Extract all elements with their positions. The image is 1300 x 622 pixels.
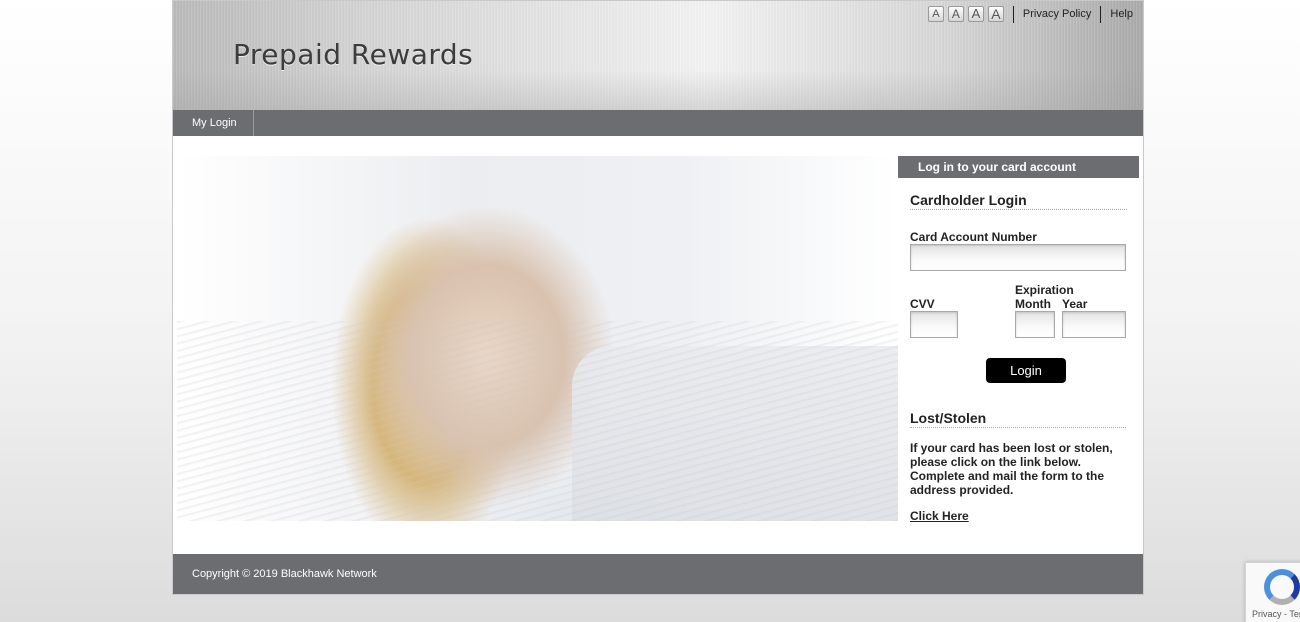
expiration-label: Expiration	[1015, 283, 1074, 297]
page-container: Prepaid Rewards A A A A Privacy Policy H…	[172, 0, 1144, 595]
year-label: Year	[1062, 297, 1088, 311]
main-nav: My Login	[173, 110, 1143, 136]
month-label: Month	[1015, 297, 1051, 311]
cvv-label: CVV	[910, 297, 935, 311]
hero-decorative-lines	[177, 321, 898, 521]
cvv-input[interactable]	[910, 311, 958, 338]
year-input[interactable]	[1062, 311, 1126, 338]
login-sidebar: Log in to your card account Cardholder L…	[898, 156, 1139, 546]
login-panel-header: Log in to your card account	[898, 156, 1139, 178]
lost-stolen-title: Lost/Stolen	[910, 410, 1126, 428]
divider	[1100, 5, 1102, 23]
lost-stolen-text: If your card has been lost or stolen, pl…	[910, 441, 1113, 497]
site-header: Prepaid Rewards A A A A Privacy Policy H…	[173, 1, 1143, 110]
recaptcha-privacy-terms[interactable]: Privacy - Terms	[1252, 609, 1300, 619]
nav-item-my-login[interactable]: My Login	[173, 110, 254, 136]
recaptcha-logo-icon	[1264, 569, 1300, 605]
privacy-policy-link[interactable]: Privacy Policy	[1023, 8, 1091, 20]
utility-bar: A A A A Privacy Policy Help	[924, 5, 1133, 23]
font-size-medium-button[interactable]: A	[967, 6, 984, 22]
recaptcha-badge[interactable]: Privacy - Terms	[1245, 562, 1300, 622]
font-size-small-button[interactable]: A	[947, 6, 964, 22]
login-button[interactable]: Login	[986, 358, 1066, 383]
help-link[interactable]: Help	[1110, 8, 1133, 20]
font-size-large-button[interactable]: A	[987, 6, 1004, 22]
click-here-link[interactable]: Click Here	[910, 509, 969, 523]
brand-title: Prepaid Rewards	[233, 38, 474, 71]
font-size-smallest-button[interactable]: A	[927, 6, 944, 22]
hero-image	[177, 156, 898, 521]
card-number-input[interactable]	[910, 244, 1126, 271]
cardholder-login-title: Cardholder Login	[910, 192, 1127, 210]
card-number-label: Card Account Number	[910, 230, 1037, 244]
month-input[interactable]	[1015, 311, 1055, 338]
copyright-text: Copyright © 2019 Blackhawk Network	[192, 568, 377, 580]
divider	[1012, 5, 1014, 23]
site-footer: Copyright © 2019 Blackhawk Network	[173, 554, 1143, 594]
